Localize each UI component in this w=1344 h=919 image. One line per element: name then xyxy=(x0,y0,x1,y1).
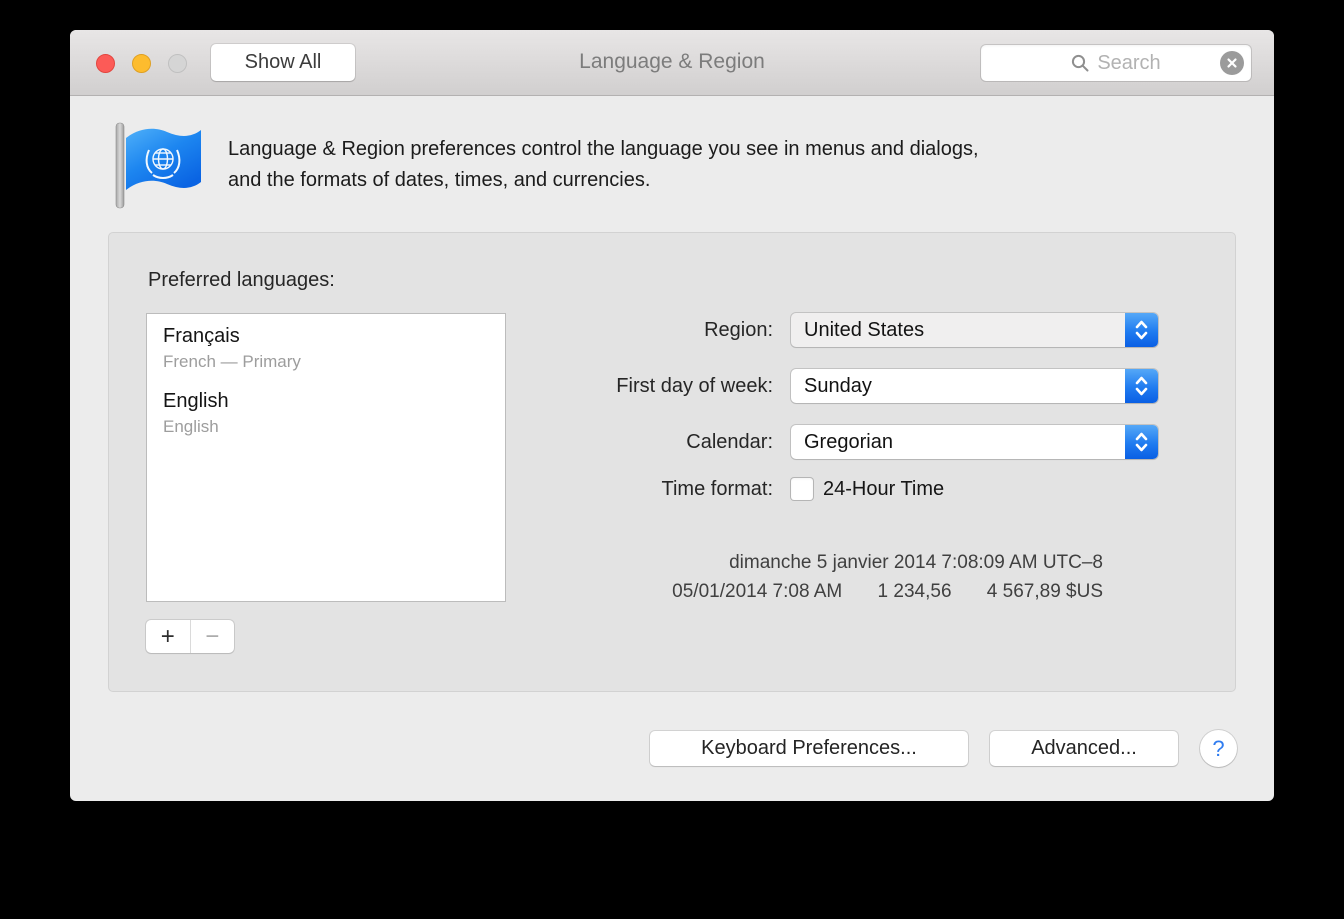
minimize-window-button[interactable] xyxy=(132,54,151,73)
calendar-label: Calendar: xyxy=(453,425,773,459)
region-popup[interactable]: United States xyxy=(791,313,1158,347)
region-value: United States xyxy=(791,319,1125,342)
format-preview: dimanche 5 janvier 2014 7:08:09 AM UTC–8… xyxy=(672,548,1103,606)
keyboard-preferences-button[interactable]: Keyboard Preferences... xyxy=(650,731,968,766)
popup-chevrons-icon xyxy=(1125,313,1158,347)
search-placeholder: Search xyxy=(1097,52,1160,75)
list-item-english[interactable]: English English xyxy=(147,372,505,437)
close-window-button[interactable] xyxy=(96,54,115,73)
region-label: Region: xyxy=(453,313,773,347)
preferred-languages-label: Preferred languages: xyxy=(148,269,335,292)
preview-short-formats: 05/01/2014 7:08 AM 1 234,56 4 567,89 $US xyxy=(672,577,1103,606)
help-button[interactable]: ? xyxy=(1200,730,1237,767)
calendar-popup[interactable]: Gregorian xyxy=(791,425,1158,459)
preferences-description: Language & Region preferences control th… xyxy=(228,134,979,196)
search-field[interactable]: Search xyxy=(981,45,1251,81)
preview-number: 1 234,56 xyxy=(878,581,952,602)
preview-long-datetime: dimanche 5 janvier 2014 7:08:09 AM UTC–8 xyxy=(672,548,1103,577)
zoom-window-button-disabled xyxy=(168,54,187,73)
advanced-label: Advanced... xyxy=(1031,737,1137,760)
advanced-button[interactable]: Advanced... xyxy=(990,731,1178,766)
clear-search-icon[interactable] xyxy=(1220,51,1244,75)
toolbar: Show All Language & Region Search xyxy=(70,30,1274,96)
language-region-panel: Preferred languages: Français French — P… xyxy=(108,232,1236,692)
window-title: Language & Region xyxy=(370,30,974,94)
remove-language-button[interactable]: − xyxy=(191,620,235,653)
preferences-window: Show All Language & Region Search xyxy=(70,30,1274,801)
preview-short-datetime: 05/01/2014 7:08 AM xyxy=(672,581,842,602)
first-day-of-week-popup[interactable]: Sunday xyxy=(791,369,1158,403)
first-day-of-week-value: Sunday xyxy=(791,375,1125,398)
description-line-2: and the formats of dates, times, and cur… xyxy=(228,165,979,196)
preferred-languages-list[interactable]: Français French — Primary English Englis… xyxy=(146,313,506,602)
24-hour-time-label: 24-Hour Time xyxy=(823,477,944,501)
preview-currency: 4 567,89 $US xyxy=(987,581,1103,602)
keyboard-preferences-label: Keyboard Preferences... xyxy=(701,737,917,760)
add-language-button[interactable]: + xyxy=(146,620,191,653)
popup-chevrons-icon xyxy=(1125,369,1158,403)
24-hour-time-checkbox[interactable] xyxy=(791,478,813,500)
add-remove-segmented-control: + − xyxy=(146,620,234,653)
description-line-1: Language & Region preferences control th… xyxy=(228,134,979,165)
show-all-label: Show All xyxy=(245,51,322,74)
time-format-label: Time format: xyxy=(453,473,773,505)
un-flag-icon xyxy=(103,116,205,217)
calendar-value: Gregorian xyxy=(791,431,1125,454)
search-icon xyxy=(1071,54,1090,73)
first-day-of-week-label: First day of week: xyxy=(453,369,773,403)
popup-chevrons-icon xyxy=(1125,425,1158,459)
list-item-francais[interactable]: Français French — Primary xyxy=(147,314,505,372)
show-all-button[interactable]: Show All xyxy=(211,44,355,81)
help-icon: ? xyxy=(1212,736,1224,762)
